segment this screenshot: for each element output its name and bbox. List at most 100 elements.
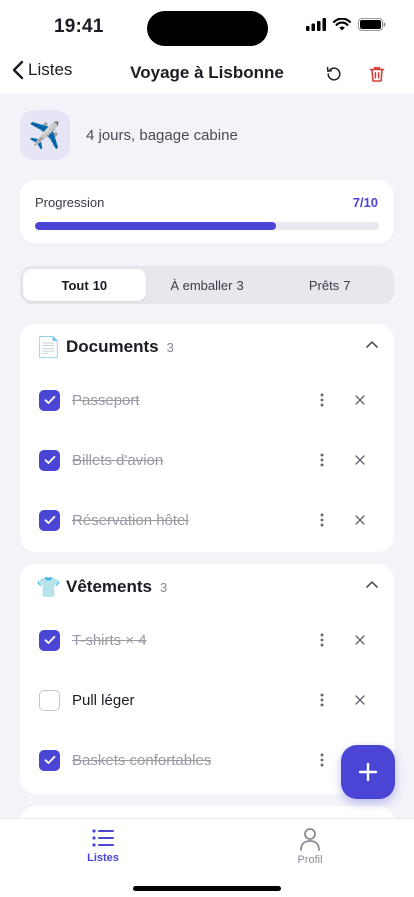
section-title: Documents (66, 337, 159, 356)
item-remove-button[interactable] (350, 510, 370, 530)
item-remove-button[interactable] (350, 450, 370, 470)
checklist-item[interactable]: Passeport (20, 370, 394, 430)
cellular-signal-icon (306, 18, 326, 31)
checkmark-icon (44, 455, 55, 464)
item-list: Passeport Billets d'avion Réservation hôte… (20, 370, 394, 550)
item-label: T-shirts × 4 (72, 631, 147, 649)
status-icons (306, 18, 386, 31)
progress-card: Progression 7/10 (20, 180, 394, 244)
content-scroll[interactable]: ✈️ 4 jours, bagage cabine Progression 7/… (0, 94, 414, 818)
tab-count: 3 (236, 277, 244, 293)
more-vertical-icon (320, 513, 324, 527)
chevron-up-icon[interactable] (366, 340, 378, 348)
item-label: Baskets confortables (72, 751, 212, 769)
progress-value: 7/10 (352, 195, 378, 210)
tab-count: 7 (343, 277, 351, 293)
checkmark-icon (44, 515, 55, 524)
checkmark-icon (44, 395, 55, 404)
reset-icon (326, 66, 341, 81)
progress-label: Progression (35, 195, 105, 210)
section-documents: 📄 Documents 3 Passeport Billets d'avion Ré… (20, 324, 394, 552)
tabbar-item-profil[interactable]: Profil (270, 827, 350, 866)
section-header[interactable]: 👕 Vêtements 3 (20, 564, 394, 610)
status-bar: 19:41 (0, 0, 414, 56)
tabbar-item-listes[interactable]: Listes (63, 827, 143, 864)
tab-count: 10 (92, 277, 108, 293)
tab-prets[interactable]: Prêts 7 (268, 269, 391, 301)
tab-tout[interactable]: Tout 10 (23, 269, 146, 301)
item-checkbox[interactable] (39, 689, 60, 711)
wifi-icon (333, 18, 351, 31)
checklist-item[interactable]: Réservation hôtel (20, 490, 394, 550)
checklist-item[interactable]: Billets d'avion (20, 430, 394, 490)
tabbar-label: Listes (87, 852, 119, 864)
filter-tabs: Tout 10 À emballer 3 Prêts 7 (20, 266, 394, 304)
close-icon (355, 515, 365, 525)
tab-bar: Listes Profil (0, 818, 414, 897)
more-vertical-icon (320, 753, 324, 767)
item-more-button[interactable] (312, 450, 332, 470)
list-description: 4 jours, bagage cabine (86, 126, 238, 144)
trash-icon (369, 67, 385, 82)
airplane-icon: ✈️ (28, 119, 62, 150)
item-label: Passeport (72, 391, 140, 409)
section-count: 3 (166, 339, 174, 355)
section-header[interactable]: 📄 Documents 3 (20, 324, 394, 370)
more-vertical-icon (320, 453, 324, 467)
item-label: Billets d'avion (72, 451, 164, 469)
back-label: Listes (28, 60, 73, 79)
item-remove-button[interactable] (350, 690, 370, 710)
item-label: Pull léger (72, 691, 135, 709)
tab-label: Prêts (308, 277, 340, 293)
close-icon (355, 635, 365, 645)
plus-icon (358, 762, 378, 782)
add-item-button[interactable] (341, 745, 395, 799)
close-icon (355, 695, 365, 705)
reset-button[interactable] (321, 61, 347, 87)
dynamic-island (147, 11, 268, 46)
item-more-button[interactable] (312, 390, 332, 410)
checklist-item[interactable]: Baskets confortables (20, 730, 394, 790)
close-icon (355, 395, 365, 405)
checkmark-icon (44, 635, 55, 644)
checklist-item[interactable]: Pull léger (20, 670, 394, 730)
navigation-bar: Listes Voyage à Lisbonne (0, 56, 414, 94)
document-icon: 📄 (36, 336, 61, 359)
home-indicator (133, 886, 281, 891)
item-checkbox[interactable] (39, 629, 60, 651)
item-checkbox[interactable] (39, 509, 60, 531)
item-checkbox[interactable] (39, 389, 60, 411)
battery-icon (358, 18, 386, 31)
item-more-button[interactable] (312, 750, 332, 770)
checklist-item[interactable]: T-shirts × 4 (20, 610, 394, 670)
tab-a-emballer[interactable]: À emballer 3 (146, 269, 269, 301)
chevron-left-icon (12, 60, 24, 80)
chevron-up-icon[interactable] (366, 580, 378, 588)
section-vetements: 👕 Vêtements 3 T-shirts × 4 Pull léger Bask… (20, 564, 394, 794)
tabbar-label: Profil (297, 854, 323, 866)
status-time: 19:41 (54, 16, 104, 37)
more-vertical-icon (320, 393, 324, 407)
tab-label: À emballer (170, 277, 233, 293)
section-title: Vêtements (66, 577, 152, 596)
person-icon (300, 828, 320, 851)
close-icon (355, 455, 365, 465)
item-remove-button[interactable] (350, 390, 370, 410)
list-summary: ✈️ 4 jours, bagage cabine (20, 110, 238, 160)
tshirt-icon: 👕 (36, 576, 61, 599)
tab-label: Tout (61, 277, 89, 293)
checkmark-icon (44, 755, 55, 764)
item-more-button[interactable] (312, 690, 332, 710)
list-emoji: ✈️ (20, 110, 70, 160)
item-remove-button[interactable] (350, 630, 370, 650)
item-checkbox[interactable] (39, 449, 60, 471)
item-more-button[interactable] (312, 630, 332, 650)
progress-fill (35, 222, 276, 230)
delete-list-button[interactable] (364, 61, 390, 87)
item-checkbox[interactable] (39, 749, 60, 771)
list-icon (92, 829, 114, 847)
item-more-button[interactable] (312, 510, 332, 530)
back-button[interactable]: Listes (12, 60, 72, 80)
more-vertical-icon (320, 693, 324, 707)
more-vertical-icon (320, 633, 324, 647)
